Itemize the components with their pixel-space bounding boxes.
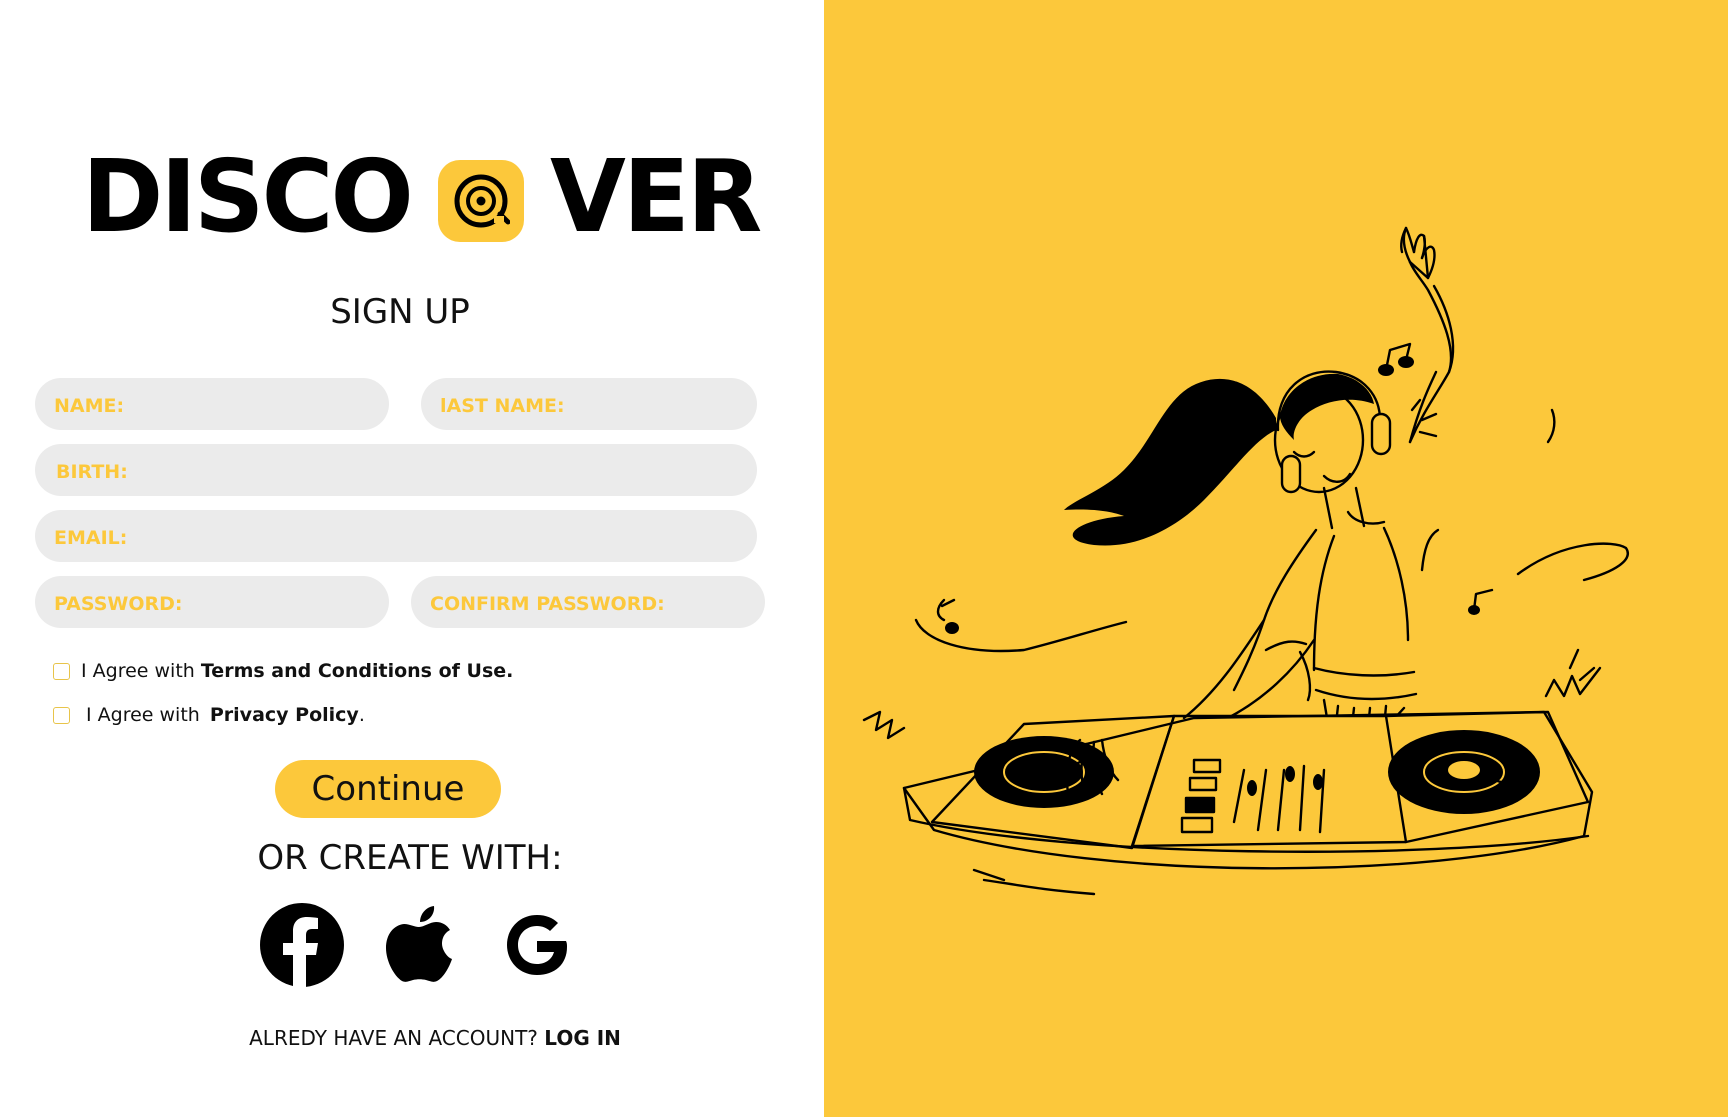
continue-button[interactable]: Continue: [275, 760, 501, 818]
password-input[interactable]: [54, 593, 389, 615]
email-field[interactable]: [35, 510, 757, 562]
facebook-icon[interactable]: [259, 902, 345, 988]
logo-text-part2: VER: [549, 138, 762, 255]
name-input[interactable]: [54, 395, 389, 417]
terms-prefix: I Agree with: [81, 660, 201, 682]
name-field[interactable]: [35, 378, 389, 430]
google-icon[interactable]: [494, 902, 580, 988]
privacy-checkbox[interactable]: [53, 706, 70, 724]
last-name-field[interactable]: [421, 378, 757, 430]
last-name-input[interactable]: [440, 395, 757, 417]
password-field[interactable]: [35, 576, 389, 628]
or-create-with-label: OR CREATE WITH:: [257, 838, 563, 878]
privacy-link[interactable]: Privacy Policy: [210, 704, 359, 726]
illustration-panel: [824, 0, 1728, 1117]
vinyl-record-icon: [437, 160, 524, 242]
dj-girl-illustration: [862, 226, 1629, 896]
logo-text-part1: DISCO: [82, 138, 414, 255]
signup-panel: DISCO VER SIGN UP I Agree with Terms: [0, 0, 824, 1117]
login-link[interactable]: LOG IN: [544, 1026, 621, 1050]
logo: DISCO VER: [82, 142, 763, 252]
apple-icon[interactable]: [376, 902, 462, 988]
confirm-password-field[interactable]: [411, 576, 765, 628]
privacy-suffix: .: [358, 704, 365, 726]
privacy-agreement-row: I Agree with Privacy Policy .: [53, 704, 365, 726]
login-prompt-text: ALREDY HAVE AN ACCOUNT?: [249, 1026, 545, 1050]
login-prompt: ALREDY HAVE AN ACCOUNT? LOG IN: [0, 1026, 870, 1050]
confirm-password-input[interactable]: [430, 593, 765, 615]
terms-suffix: .: [506, 660, 514, 682]
privacy-prefix: I Agree with: [86, 704, 206, 726]
page-title: SIGN UP: [330, 292, 470, 332]
terms-agreement-row: I Agree with Terms and Conditions of Use…: [53, 660, 513, 682]
terms-checkbox[interactable]: [53, 662, 70, 680]
birth-field[interactable]: [35, 444, 757, 496]
birth-input[interactable]: [56, 461, 757, 483]
email-input[interactable]: [54, 527, 757, 549]
terms-link[interactable]: Terms and Conditions of Use: [201, 660, 506, 682]
